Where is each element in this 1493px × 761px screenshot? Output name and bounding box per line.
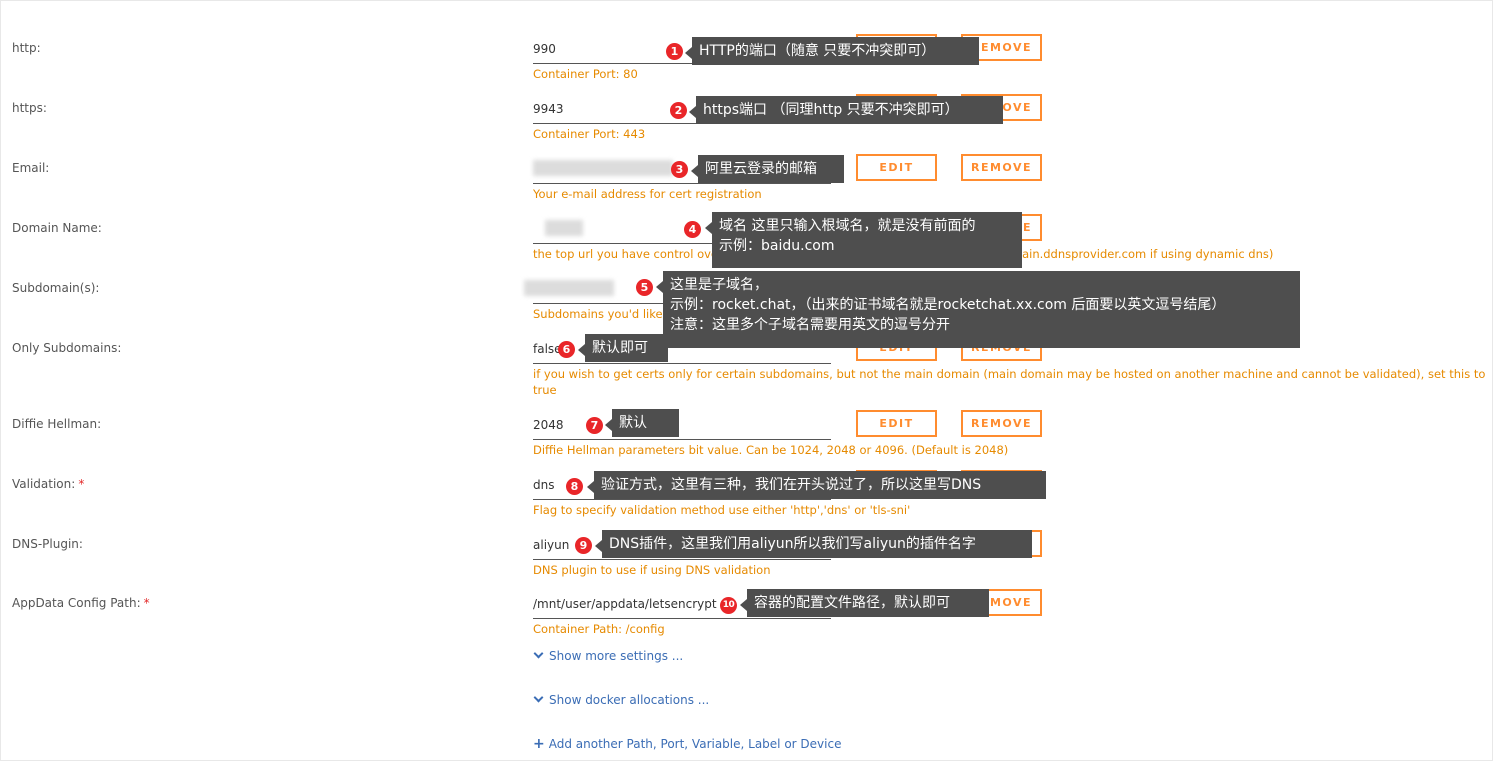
field-label: Validation: * [12, 477, 84, 491]
field-label: Subdomain(s): [12, 281, 100, 295]
field-label: Domain Name: [12, 221, 102, 235]
input-underline [533, 618, 831, 619]
field-description: the top url you have control ove [533, 247, 718, 261]
callout-line: https端口 （同理http 只要不冲突即可） [703, 102, 959, 118]
field-label: Email: [12, 161, 50, 175]
callout-line: 域名 这里只输入根域名，就是没有前面的 [719, 218, 976, 234]
validation-input[interactable]: dns [533, 478, 554, 492]
callout-line: DNS插件，这里我们用aliyun所以我们写aliyun的插件名字 [609, 536, 976, 552]
field-label: Diffie Hellman: [12, 417, 102, 431]
appdata-path-input[interactable]: /mnt/user/appdata/letsencrypt [533, 597, 717, 611]
callout-line: HTTP的端口（随意 只要不冲突即可） [699, 43, 936, 59]
callout-line: 这里是子域名， [670, 277, 768, 293]
link-text: Show more settings ... [549, 649, 684, 663]
callout-line: 验证方式，这里有三种，我们在开头说过了，所以这里写DNS [601, 477, 982, 493]
field-label: https: [12, 101, 47, 115]
redacted-value [533, 160, 673, 176]
callout-line: 默认即可 [592, 340, 648, 356]
annotation-badge: 7 [586, 417, 603, 434]
field-description: Container Port: 443 [533, 127, 646, 141]
chevron-down-icon [533, 648, 544, 659]
diffie-hellman-input[interactable]: 2048 [533, 418, 564, 432]
annotation-badge: 8 [566, 478, 583, 495]
annotation-callout: 阿里云登录的邮箱 [691, 155, 844, 183]
annotation-badge: 3 [671, 161, 688, 178]
show-more-settings-link[interactable]: Show more settings ... [533, 648, 684, 663]
annotation-badge: 10 [720, 597, 737, 614]
input-underline [533, 559, 831, 560]
show-docker-allocations-link[interactable]: Show docker allocations ... [533, 692, 710, 707]
field-description: Your e-mail address for cert registratio… [533, 187, 762, 201]
annotation-badge: 1 [666, 43, 683, 60]
required-marker: * [143, 596, 150, 610]
input-underline [533, 499, 831, 500]
add-another-link[interactable]: + Add another Path, Port, Variable, Label… [533, 736, 841, 752]
field-label: AppData Config Path: * [12, 596, 150, 610]
required-marker: * [78, 477, 85, 491]
annotation-callout: HTTP的端口（随意 只要不冲突即可） [685, 37, 979, 65]
field-description: Container Path: /config [533, 622, 665, 636]
callout-line: 阿里云登录的邮箱 [705, 161, 817, 177]
callout-line: 容器的配置文件路径，默认即可 [754, 595, 950, 611]
annotation-badge: 5 [636, 279, 653, 296]
dns-plugin-input[interactable]: aliyun [533, 538, 569, 552]
field-description: Container Port: 80 [533, 67, 638, 81]
annotation-badge: 6 [558, 341, 575, 358]
annotation-badge: 2 [670, 102, 687, 119]
annotation-callout: DNS插件，这里我们用aliyun所以我们写aliyun的插件名字 [595, 530, 1032, 558]
https-port-input[interactable]: 9943 [533, 102, 564, 116]
input-underline [533, 363, 831, 364]
chevron-down-icon [533, 692, 544, 703]
callout-line: 默认 [619, 415, 647, 431]
annotation-badge: 9 [575, 537, 592, 554]
remove-button[interactable]: REMOVE [961, 154, 1042, 181]
input-underline [533, 439, 831, 440]
callout-line: 示例：rocket.chat，（出来的证书域名就是rocketchat.xx.c… [670, 297, 1226, 313]
plus-icon: + [533, 736, 545, 752]
redacted-value [524, 280, 614, 296]
field-description: Subdomains you'd like [533, 307, 663, 321]
remove-button[interactable]: REMOVE [961, 410, 1042, 437]
annotation-callout: 验证方式，这里有三种，我们在开头说过了，所以这里写DNS [587, 471, 1046, 499]
annotation-badge: 4 [684, 221, 701, 238]
input-underline [533, 183, 831, 184]
annotation-callout: 域名 这里只输入根域名，就是没有前面的 示例：baidu.com [705, 212, 1022, 268]
link-text: Show docker allocations ... [549, 693, 710, 707]
annotation-callout: 默认即可 [578, 334, 668, 362]
field-label-text: Validation: [12, 477, 76, 491]
field-label-text: AppData Config Path: [12, 596, 141, 610]
edit-button[interactable]: EDIT [856, 154, 937, 181]
annotation-callout: 这里是子域名， 示例：rocket.chat，（出来的证书域名就是rocketch… [656, 271, 1300, 348]
link-text: Add another Path, Port, Variable, Label … [548, 737, 842, 751]
edit-button[interactable]: EDIT [856, 410, 937, 437]
field-description: DNS plugin to use if using DNS validatio… [533, 563, 771, 577]
callout-line: 注意：这里多个子域名需要用英文的逗号分开 [670, 317, 950, 333]
annotation-callout: https端口 （同理http 只要不冲突即可） [689, 96, 1003, 124]
field-description: Diffie Hellman parameters bit value. Can… [533, 443, 1009, 457]
field-description: if you wish to get certs only for certai… [533, 367, 1486, 397]
annotation-callout: 默认 [605, 409, 679, 437]
field-description: Flag to specify validation method use ei… [533, 503, 911, 517]
field-label: DNS-Plugin: [12, 537, 83, 551]
redacted-value [545, 220, 583, 236]
annotation-callout: 容器的配置文件路径，默认即可 [740, 589, 989, 617]
callout-line: 示例：baidu.com [719, 238, 835, 254]
field-label: Only Subdomains: [12, 341, 122, 355]
